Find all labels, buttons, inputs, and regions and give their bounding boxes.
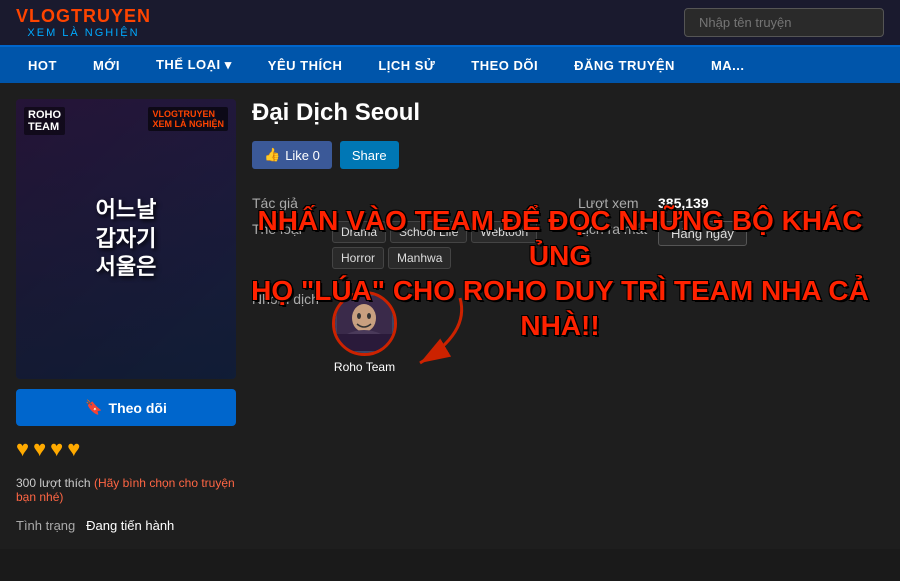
- like-label: Like 0: [285, 148, 320, 163]
- share-label: Share: [352, 148, 387, 163]
- star-3[interactable]: ♥: [50, 436, 63, 462]
- follow-label: Theo dõi: [109, 400, 167, 416]
- nav-yeu-thich[interactable]: YÊU THÍCH: [250, 48, 361, 83]
- search-input[interactable]: [684, 8, 884, 37]
- manga-cover: ROHOTEAM VLOGTRUYENXEM LÀ NGHIỆN 어느날 갑자기…: [16, 99, 236, 379]
- nav-hot[interactable]: HOT: [10, 48, 75, 83]
- like-button[interactable]: 👍 Like 0: [252, 141, 332, 169]
- action-buttons: 👍 Like 0 Share: [252, 141, 884, 169]
- navigation: HOT MỚI THỂ LOẠI ▾ YÊU THÍCH LỊCH SỬ THE…: [0, 47, 900, 83]
- overlay-line1: NHẤN VÀO TEAM ĐỂ ĐỌC NHỮNG BỘ KHÁC ỦNG: [240, 203, 880, 273]
- main-content: ROHOTEAM VLOGTRUYENXEM LÀ NGHIỆN 어느날 갑자기…: [0, 83, 900, 549]
- overlay-line2: HỌ "LÚA" CHO ROHO DUY TRÌ TEAM NHA CẢ NH…: [240, 273, 880, 343]
- logo[interactable]: VLOGTRUYEN XEM LÀ NGHIỆN: [16, 6, 151, 39]
- cover-title-line1: 어느날: [96, 196, 157, 225]
- cover-title-line2: 갑자기: [96, 225, 157, 254]
- roho-team-label: ROHOTEAM: [24, 107, 65, 135]
- tinh-trang-value: Đang tiến hành: [86, 518, 174, 533]
- arrow-icon: [380, 293, 500, 373]
- rating-count: 300 lượt thích: [16, 476, 91, 490]
- header: VLOGTRUYEN XEM LÀ NGHIỆN: [0, 0, 900, 47]
- stars-row: ♥ ♥ ♥ ♥: [16, 436, 236, 462]
- cover-manga-text: 어느날 갑자기 서울은: [96, 196, 157, 282]
- bookmark-icon: 🔖: [85, 399, 102, 416]
- star-4[interactable]: ♥: [67, 436, 80, 462]
- nav-more[interactable]: MA...: [693, 48, 763, 83]
- nav-moi[interactable]: MỚI: [75, 48, 138, 83]
- overlay-message: NHẤN VÀO TEAM ĐỂ ĐỌC NHỮNG BỘ KHÁC ỦNG H…: [240, 203, 880, 343]
- cover-logo-badge: VLOGTRUYENXEM LÀ NGHIỆN: [148, 107, 228, 131]
- logo-top: VLOGTRUYEN: [16, 6, 151, 27]
- star-2[interactable]: ♥: [33, 436, 46, 462]
- follow-button[interactable]: 🔖 Theo dõi: [16, 389, 236, 426]
- tinh-trang-label: Tình trạng: [16, 518, 75, 533]
- thumbs-up-icon: 👍: [264, 147, 280, 163]
- nav-lich-su[interactable]: LỊCH SỬ: [360, 48, 453, 83]
- nav-the-loai[interactable]: THỂ LOẠI ▾: [138, 47, 250, 83]
- nav-dang-truyen[interactable]: ĐĂNG TRUYỆN: [556, 48, 693, 83]
- manga-title: Đại Dịch Seoul: [252, 99, 884, 127]
- left-panel: ROHOTEAM VLOGTRUYENXEM LÀ NGHIỆN 어느날 갑자기…: [16, 99, 236, 533]
- cover-title-line3: 서울은: [96, 253, 157, 282]
- star-1[interactable]: ♥: [16, 436, 29, 462]
- right-panel: Đại Dịch Seoul 👍 Like 0 Share NHẤN VÀO T…: [252, 99, 884, 533]
- logo-bottom: XEM LÀ NGHIỆN: [27, 27, 139, 39]
- share-button[interactable]: Share: [340, 141, 399, 169]
- rating-text: 300 lượt thích (Hãy bình chọn cho truyện…: [16, 476, 236, 504]
- status-row: Tình trạng Đang tiến hành: [16, 518, 236, 533]
- nav-theo-doi[interactable]: THEO DÕI: [453, 48, 556, 83]
